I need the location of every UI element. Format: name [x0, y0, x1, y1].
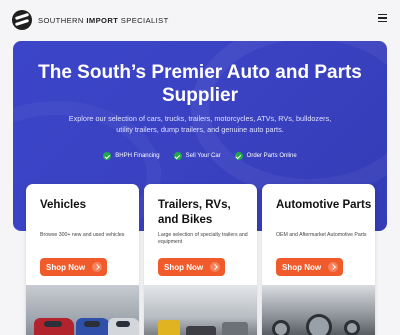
brand-name[interactable]: SOUTHERN IMPORT SPECIALIST — [38, 16, 169, 25]
feature-label: Sell Your Car — [185, 153, 221, 159]
button-label: Shop Now — [164, 262, 204, 272]
shop-now-button-vehicles[interactable]: Shop Now — [40, 258, 107, 276]
feature-label: BHPH Financing — [115, 153, 160, 159]
card-title: Vehicles — [40, 199, 87, 211]
card-description: OEM and Aftermarket Automotive Parts — [276, 232, 367, 238]
card-title: Trailers, RVs, and Bikes — [158, 199, 231, 226]
category-card-trailers[interactable]: Trailers, RVs, and Bikes Large selection… — [144, 184, 257, 335]
hamburger-menu-icon[interactable] — [378, 14, 387, 22]
hero-subtitle: Explore our selection of cars, trucks, t… — [68, 114, 332, 134]
category-card-vehicles[interactable]: Vehicles Browse 300+ new and used vehicl… — [26, 184, 139, 335]
shop-now-button-trailers[interactable]: Shop Now — [158, 258, 225, 276]
category-card-parts[interactable]: Automotive Parts OEM and Aftermarket Aut… — [262, 184, 375, 335]
trailers-photo — [144, 285, 257, 335]
card-title: Automotive Parts — [276, 199, 372, 211]
feature-bhph-financing[interactable]: BHPH Financing — [103, 152, 160, 160]
shop-now-button-parts[interactable]: Shop Now — [276, 258, 343, 276]
check-circle-icon — [234, 152, 243, 160]
feature-sell-your-car[interactable]: Sell Your Car — [173, 152, 221, 160]
site-header: SOUTHERN IMPORT SPECIALIST — [0, 0, 400, 40]
brand-prefix: SOUTHERN — [38, 15, 87, 25]
brand-bold: IMPORT — [86, 15, 119, 25]
check-circle-icon — [173, 152, 182, 160]
arrow-right-icon — [328, 262, 339, 272]
parts-photo — [262, 285, 375, 335]
card-description: Browse 300+ new and used vehicles — [40, 232, 125, 238]
arrow-right-icon — [210, 262, 221, 272]
vehicles-photo — [26, 285, 139, 335]
feature-order-parts-online[interactable]: Order Parts Online — [234, 152, 297, 160]
brand-suffix: SPECIALIST — [118, 15, 169, 25]
feature-list: BHPH Financing Sell Your Car Order Parts… — [13, 152, 387, 160]
check-circle-icon — [103, 152, 112, 160]
logo-mark-icon[interactable] — [12, 10, 32, 30]
arrow-right-icon — [92, 262, 103, 272]
button-label: Shop Now — [46, 262, 86, 272]
card-description: Large selection of specialty trailers an… — [158, 232, 248, 245]
feature-label: Order Parts Online — [246, 153, 297, 159]
button-label: Shop Now — [282, 262, 322, 272]
hero-title: The South’s Premier Auto and Parts Suppl… — [38, 62, 362, 106]
